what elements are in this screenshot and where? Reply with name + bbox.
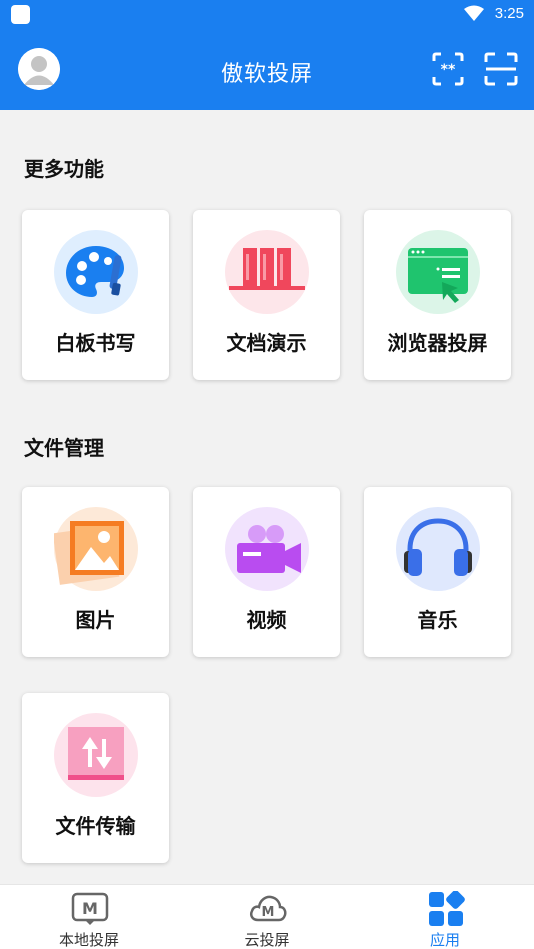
bottom-nav: M 本地投屏 M 云投屏 应用: [0, 884, 534, 949]
whiteboard-card[interactable]: 白板书写: [22, 210, 169, 380]
svg-text:M: M: [82, 899, 98, 918]
music-card[interactable]: 音乐: [364, 487, 511, 657]
document-label: 文档演示: [226, 333, 307, 355]
cast-code-icon: **: [432, 52, 464, 86]
image-label: 图片: [75, 610, 116, 632]
image-icon: [54, 507, 138, 591]
nav-local-cast-label: 本地投屏: [58, 932, 119, 949]
video-card[interactable]: 视频: [193, 487, 340, 657]
notification-icon: [11, 5, 30, 24]
video-label: 视频: [246, 610, 287, 632]
section-title-more: 更多功能: [24, 159, 104, 181]
image-card[interactable]: 图片: [22, 487, 169, 657]
svg-text:M: M: [262, 905, 275, 920]
document-card[interactable]: 文档演示: [193, 210, 340, 380]
section-title-files: 文件管理: [24, 438, 104, 460]
nav-cloud-cast[interactable]: M 云投屏: [178, 885, 356, 949]
browser-label: 浏览器投屏: [387, 333, 488, 355]
headphones-icon: [396, 507, 480, 591]
music-label: 音乐: [417, 610, 458, 632]
nav-cloud-cast-label: 云投屏: [244, 932, 290, 949]
file-transfer-label: 文件传输: [55, 816, 136, 838]
nav-apps-label: 应用: [429, 932, 460, 949]
local-cast-icon: M: [71, 891, 109, 927]
apps-grid-icon: [427, 890, 465, 927]
whiteboard-label: 白板书写: [55, 333, 136, 355]
nav-apps[interactable]: 应用: [356, 885, 534, 949]
books-icon: [225, 230, 309, 314]
nav-local-cast[interactable]: M 本地投屏: [0, 885, 178, 949]
browser-card[interactable]: 浏览器投屏: [364, 210, 511, 380]
scan-button[interactable]: [484, 51, 518, 87]
file-transfer-icon: [54, 713, 138, 797]
video-camera-icon: [225, 507, 309, 591]
app-bar: 傲软投屏 **: [0, 28, 534, 110]
cloud-cast-icon: M: [249, 891, 287, 927]
browser-icon: [396, 230, 480, 314]
status-bar: 3:25: [0, 0, 534, 28]
wifi-icon: [464, 5, 484, 21]
scan-icon: [484, 52, 518, 86]
svg-text:**: **: [441, 62, 456, 78]
cast-code-button[interactable]: **: [431, 51, 465, 87]
palette-icon: [54, 230, 138, 314]
status-time: 3:25: [494, 5, 524, 22]
file-transfer-card[interactable]: 文件传输: [22, 693, 169, 863]
